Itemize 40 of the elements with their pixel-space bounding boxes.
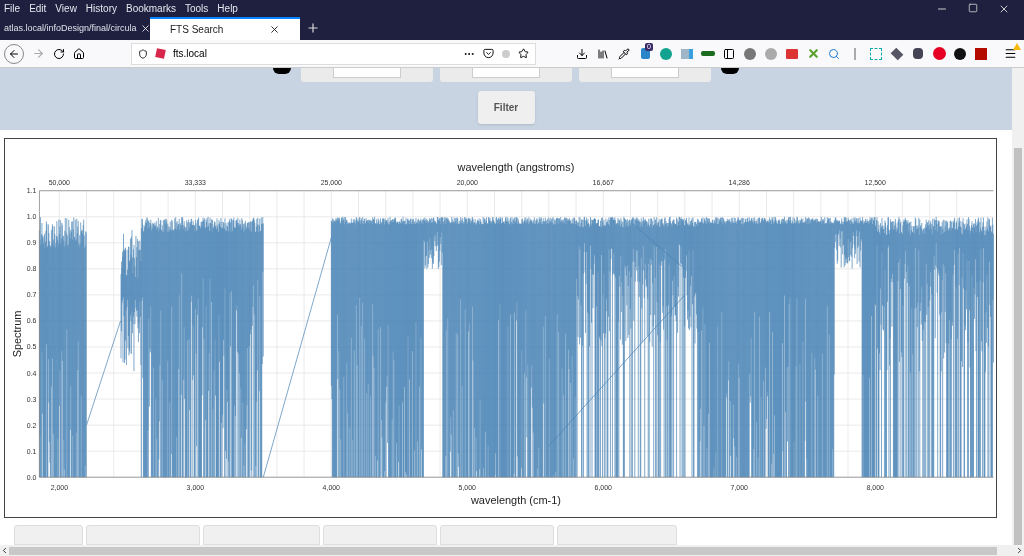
filter-button[interactable]: Filter [477, 91, 535, 124]
slider-handle[interactable] [721, 68, 739, 74]
menu-item[interactable]: Tools [185, 1, 209, 16]
menu-item[interactable]: History [85, 1, 117, 16]
browser-tab[interactable]: FTS Search [150, 17, 300, 40]
axis-title: wavelength (angstroms) [457, 160, 575, 173]
menu-item[interactable]: File [4, 1, 21, 16]
tab-title: atlas.local/infoDesign/final/circula [4, 21, 137, 35]
input-field[interactable] [472, 68, 540, 78]
restore-icon[interactable] [968, 2, 978, 13]
axis-title: Spectrum [10, 310, 23, 358]
pocket-icon[interactable] [483, 48, 494, 59]
scroll-left-icon[interactable] [0, 546, 9, 555]
home-icon[interactable] [73, 47, 85, 60]
reload-icon[interactable] [53, 47, 65, 60]
horizontal-scrollbar[interactable] [0, 545, 1024, 556]
browser-tab[interactable]: atlas.local/infoDesign/final/circula [0, 17, 150, 40]
extension-icon[interactable] [640, 48, 650, 59]
vertical-scrollbar[interactable] [1012, 68, 1024, 545]
close-icon[interactable] [269, 24, 280, 35]
warning-icon [1013, 42, 1021, 50]
new-tab-icon[interactable] [306, 21, 320, 35]
url-text: fts.local [173, 47, 208, 61]
axis-title: wavelength (cm-1) [470, 494, 561, 507]
star-icon[interactable] [518, 48, 529, 59]
input-field[interactable] [333, 68, 401, 78]
menu-item[interactable]: Bookmarks [126, 1, 176, 16]
input-field[interactable] [611, 68, 679, 78]
eyedropper-icon[interactable] [616, 45, 632, 62]
tab-title: FTS Search [170, 23, 224, 37]
menu-item[interactable]: Help [217, 1, 238, 16]
scroll-right-icon[interactable] [1015, 546, 1024, 555]
arrow-left-icon [8, 47, 20, 60]
menu-item[interactable]: Edit [29, 1, 47, 16]
address-bar[interactable]: fts.local [131, 42, 536, 65]
shield-icon [138, 48, 148, 59]
slider-handle[interactable] [273, 68, 291, 74]
close-icon[interactable] [139, 23, 151, 34]
dotted-square-icon[interactable] [868, 45, 884, 62]
menu-item[interactable]: View [55, 1, 77, 16]
